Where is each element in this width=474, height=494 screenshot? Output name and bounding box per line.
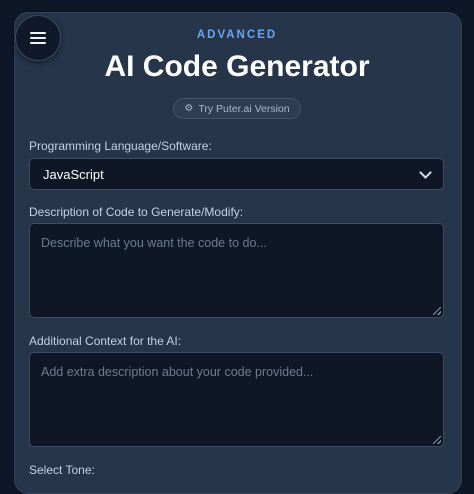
language-select-value: JavaScript: [43, 166, 104, 182]
description-textarea[interactable]: Describe what you want the code to do...: [29, 223, 444, 318]
gear-icon: ⚙: [184, 102, 194, 114]
context-placeholder: Add extra description about your code pr…: [41, 365, 314, 379]
context-textarea[interactable]: Add extra description about your code pr…: [29, 352, 444, 447]
hamburger-menu-icon: [30, 32, 46, 44]
description-placeholder: Describe what you want the code to do...: [41, 236, 267, 250]
try-puter-version-label: Try Puter.ai Version: [198, 102, 290, 115]
resize-grip-icon[interactable]: [433, 436, 441, 444]
language-label: Programming Language/Software:: [29, 139, 212, 153]
tone-label: Select Tone:: [29, 463, 95, 477]
try-puter-version-button[interactable]: ⚙ Try Puter.ai Version: [173, 98, 301, 119]
eyebrow-label: ADVANCED: [196, 29, 278, 41]
resize-grip-icon[interactable]: [433, 307, 441, 315]
description-label: Description of Code to Generate/Modify:: [29, 205, 244, 219]
context-label: Additional Context for the AI:: [29, 334, 182, 348]
page-title: AI Code Generator: [104, 50, 370, 83]
language-select[interactable]: JavaScript: [29, 158, 444, 190]
chevron-down-icon: [419, 165, 432, 179]
menu-button[interactable]: [15, 15, 61, 61]
